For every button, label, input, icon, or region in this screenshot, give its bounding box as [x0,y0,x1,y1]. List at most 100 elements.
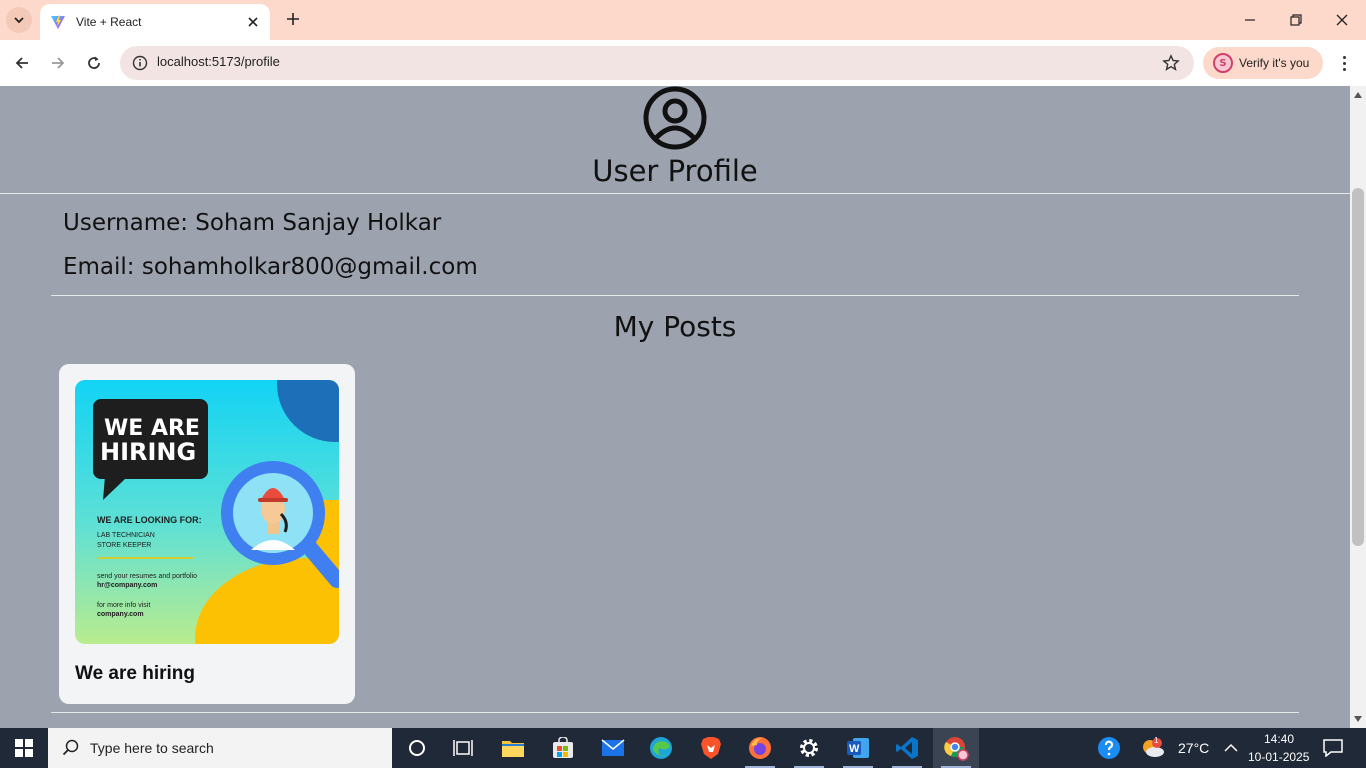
tab-title: Vite + React [76,15,142,29]
windows-logo-icon [15,739,33,757]
minimize-icon [1245,19,1255,21]
browser-tab-bar: Vite + React [0,0,1366,40]
task-view-button[interactable] [440,728,486,768]
poster-site: company.com [97,611,144,618]
profile-avatar: S [1213,53,1233,73]
tab-search-button[interactable] [6,7,32,33]
chevron-up-icon [1224,743,1238,752]
firefox-icon [749,737,771,759]
settings-button[interactable] [786,728,832,768]
poster-looking-for: WE ARE LOOKING FOR: [97,515,202,525]
gear-icon [800,739,818,757]
minimize-button[interactable] [1230,6,1270,34]
cortana-circle-icon [409,740,425,756]
word-icon: W [847,738,869,758]
brave-lion-icon [701,737,721,759]
user-circle-icon [643,86,707,150]
vscode-icon [896,737,918,759]
arrow-left-icon [15,57,28,69]
kebab-dot [1342,67,1346,71]
notifications-button[interactable] [1314,728,1352,768]
close-icon [1336,14,1348,26]
chrome-button[interactable] [933,728,979,768]
address-bar[interactable]: localhost:5173/profile [120,46,1194,80]
kebab-dot [1342,55,1346,59]
page-title: User Profile [592,154,758,188]
brave-button[interactable] [688,728,734,768]
search-placeholder: Type here to search [90,740,214,756]
divider [0,193,1350,194]
bookmark-star-icon[interactable] [1162,54,1180,72]
edge-button[interactable] [638,728,684,768]
start-button[interactable] [0,728,48,768]
vscode-button[interactable] [884,728,930,768]
scroll-up-arrow-icon[interactable] [1354,92,1362,98]
weather-widget[interactable] [1138,728,1168,768]
taskbar-search-box[interactable]: Type here to search [48,728,392,768]
help-button[interactable] [1086,728,1132,768]
close-icon [248,17,258,27]
svg-text:W: W [849,743,860,755]
posts-heading: My Posts [613,310,737,343]
post-image[interactable]: WE ARE HIRING WE ARE LOOKING FOR: LAB TE… [75,380,339,644]
mail-button[interactable] [590,728,636,768]
username-text: Username: Soham Sanjay Holkar [63,210,442,236]
clock-time[interactable]: 14:40 [1264,732,1294,746]
poster-role-2: STORE KEEPER [97,542,151,549]
post-card[interactable]: WE ARE HIRING WE ARE LOOKING FOR: LAB TE… [59,364,355,704]
new-tab-button[interactable] [282,8,304,30]
chrome-icon [944,737,969,761]
plus-icon [287,13,299,25]
scroll-thumb[interactable] [1352,188,1364,546]
vite-logo-icon [51,15,65,29]
microsoft-store-button[interactable] [540,728,586,768]
clock-date[interactable]: 10-01-2025 [1248,750,1309,764]
task-view-icon [453,740,473,756]
page-viewport: User Profile Username: Soham Sanjay Holk… [0,86,1350,728]
reload-button[interactable] [82,51,106,75]
page-scrollbar[interactable] [1350,86,1366,728]
folder-icon [502,741,524,757]
hiring-poster-image: WE ARE HIRING WE ARE LOOKING FOR: LAB TE… [75,380,339,644]
mail-icon [601,739,625,756]
weather-badge: 1 [1154,736,1159,745]
help-question-icon [1098,737,1120,759]
post-title[interactable]: We are hiring [75,663,195,685]
browser-tab-active[interactable]: Vite + React [40,4,270,40]
firefox-button[interactable] [737,728,783,768]
cortana-button[interactable] [394,728,440,768]
restore-icon [1290,14,1302,26]
url-text[interactable]: localhost:5173/profile [157,54,280,69]
back-button[interactable] [10,51,34,75]
email-text: Email: sohamholkar800@gmail.com [63,254,478,280]
restore-button[interactable] [1276,6,1316,34]
poster-send-text: send your resumes and portfolio [97,573,197,580]
site-info-icon[interactable] [132,55,148,71]
browser-menu-button[interactable] [1334,51,1354,75]
scroll-down-arrow-icon[interactable] [1354,716,1362,722]
close-tab-button[interactable] [244,13,262,31]
show-hidden-icons-button[interactable] [1220,728,1242,768]
poster-role-1: LAB TECHNICIAN [97,532,155,539]
windows-taskbar: Type here to search W 1 27°C 14:40 10-01… [0,728,1366,768]
close-window-button[interactable] [1322,6,1362,34]
chevron-down-icon [14,17,24,24]
weather-cloud-sun-icon [1143,738,1164,757]
forward-button[interactable] [46,51,70,75]
kebab-dot [1342,61,1346,65]
arrow-right-icon [52,57,65,69]
reload-icon [88,56,100,69]
notification-icon [1323,739,1343,757]
word-button[interactable]: W [835,728,881,768]
poster-headline-2: HIRING [100,438,196,466]
divider [51,712,1299,713]
edge-browser-icon [650,737,672,759]
browser-toolbar: localhost:5173/profile [0,40,1366,86]
search-icon [62,739,79,756]
verify-label: Verify it's you [1239,56,1310,70]
store-bag-icon [553,737,573,758]
weather-temp: 27°C [1178,740,1210,756]
poster-more-info: for more info visit [97,602,150,609]
file-explorer-button[interactable] [490,728,536,768]
verify-profile-button[interactable]: S Verify it's you [1203,47,1323,79]
